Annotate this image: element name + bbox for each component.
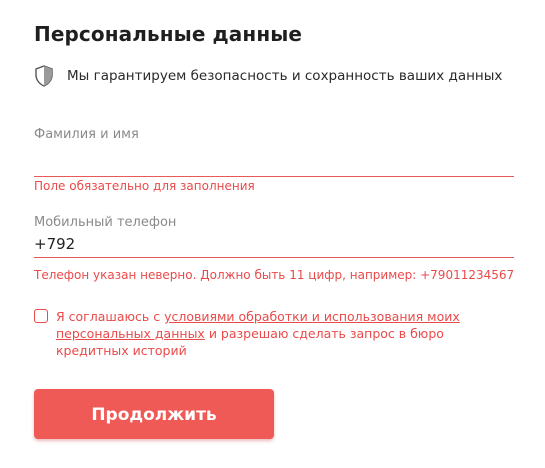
consent-checkbox[interactable] <box>34 309 48 323</box>
full-name-input[interactable] <box>34 150 514 177</box>
phone-error: Телефон указан неверно. Должно быть 11 ц… <box>34 268 515 282</box>
consent-text-before: Я соглашаюсь с <box>56 309 165 324</box>
page-title: Персональные данные <box>34 22 303 46</box>
continue-button[interactable]: Продолжить <box>34 389 274 439</box>
consent-block: Я соглашаюсь с условиями обработки и исп… <box>34 308 494 359</box>
full-name-label: Фамилия и имя <box>34 127 139 142</box>
security-note: Мы гарантируем безопасность и сохранност… <box>34 64 502 88</box>
full-name-field: Фамилия и имя <box>34 127 514 177</box>
consent-text: Я соглашаюсь с условиями обработки и исп… <box>56 308 494 359</box>
phone-field: Мобильный телефон <box>34 215 514 258</box>
phone-input[interactable] <box>34 231 514 258</box>
full-name-error: Поле обязательно для заполнения <box>34 179 255 193</box>
shield-icon <box>34 65 54 87</box>
phone-label: Мобильный телефон <box>34 215 177 230</box>
security-note-text: Мы гарантируем безопасность и сохранност… <box>67 68 503 84</box>
